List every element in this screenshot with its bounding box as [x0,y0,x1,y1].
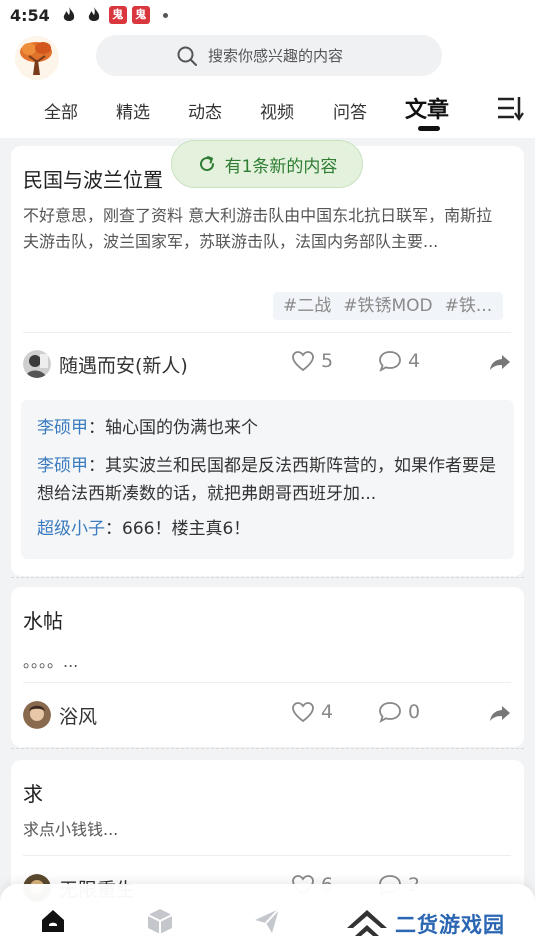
card-dashed-border [11,577,524,578]
heart-icon [292,702,314,723]
share-icon[interactable] [489,704,511,722]
comment-text: ：轴心国的伪满也来个 [88,418,258,438]
tab-articles[interactable]: 文章 [405,92,449,124]
comment-count-value: 4 [408,350,421,372]
share-icon[interactable] [489,353,511,371]
header: 搜索你感兴趣的内容 全部 精选 动态 视频 问答 文章 [0,30,535,138]
paper-plane-icon[interactable] [252,906,282,936]
flame-icon [63,7,74,21]
toast-text: 有1条新的内容 [224,156,338,177]
comment-item: 李硕甲：其实波兰和民国都是反法西斯阵营的，如果作者要是想给法西斯凑数的话，就把弗… [37,452,507,508]
refresh-icon [199,156,214,172]
tab-all[interactable]: 全部 [44,98,78,123]
divider [23,682,511,683]
avatar[interactable] [23,350,51,378]
tab-dynamic[interactable]: 动态 [188,98,222,123]
dot-icon [162,12,168,18]
new-content-toast[interactable]: 有1条新的内容 [171,140,363,188]
post-body: 求点小钱钱... [23,820,119,839]
category-menu-icon[interactable] [496,94,526,122]
bottom-nav: 二货游戏园 [0,884,535,951]
active-tab-indicator [418,126,440,131]
like-count-value: 5 [321,350,334,372]
comment-text: ：其实波兰和民国都是反法西斯阵营的，如果作者要是想给法西斯凑数的话，就把弗朗哥西… [37,456,496,504]
red-app-icon: 鬼 [131,6,150,24]
tab-video[interactable]: 视频 [260,98,294,123]
comment-icon [379,702,401,723]
watermark-logo-icon [347,910,387,936]
cube-icon[interactable] [145,906,175,936]
red-app-icon: 鬼 [108,6,127,24]
tag[interactable]: #铁... [445,296,492,316]
comment-item: 超级小子：666！楼主真6！ [37,515,507,543]
tree-logo[interactable] [14,35,60,81]
status-time: 4:54 [10,5,50,25]
comment-text: ：666！楼主真6！ [105,519,251,539]
post-title[interactable]: 民国与波兰位置 [23,164,163,193]
author-name[interactable]: 随遇而安(新人) [59,351,188,378]
post-card[interactable]: 水帖 。。。。... 浴风 4 0 [11,587,524,749]
comment-user[interactable]: 超级小子 [37,519,105,539]
like-count-value: 4 [321,701,334,723]
avatar[interactable] [23,701,51,729]
comment-icon [379,351,401,372]
comment-user[interactable]: 李硕甲 [37,418,88,438]
status-bar: 4:54 鬼 鬼 [0,0,535,30]
card-dashed-border [11,748,524,749]
watermark-text: 二货游戏园 [395,913,505,937]
comment-count-value: 0 [408,701,421,723]
post-body: 不好意思，刚查了资料 意大利游击队由中国东北抗日联军，南斯拉夫游击队，波兰国家军… [23,206,493,251]
search-placeholder: 搜索你感兴趣的内容 [208,47,344,65]
tab-featured[interactable]: 精选 [116,98,150,123]
comment-count[interactable]: 4 [378,350,420,372]
post-title[interactable]: 水帖 [23,605,63,634]
tag[interactable]: #铁锈MOD [343,296,432,316]
comment-preview[interactable]: 李硕甲：轴心国的伪满也来个 李硕甲：其实波兰和民国都是反法西斯阵营的，如果作者要… [21,400,514,559]
category-tabs: 全部 精选 动态 视频 问答 文章 [0,92,535,134]
divider [23,332,511,333]
post-title[interactable]: 求 [23,778,43,807]
author-row: 随遇而安(新人) 5 4 [23,348,511,380]
divider [23,855,511,856]
comment-item: 李硕甲：轴心国的伪满也来个 [37,414,507,442]
comment-count[interactable]: 0 [378,701,420,723]
search-bar[interactable]: 搜索你感兴趣的内容 [96,35,442,76]
search-icon [177,46,197,66]
heart-icon [292,351,314,372]
author-row: 浴风 4 0 [23,699,511,731]
like-count[interactable]: 5 [291,350,333,372]
post-body: 。。。。... [23,652,79,671]
post-card[interactable]: 民国与波兰位置 不好意思，刚查了资料 意大利游击队由中国东北抗日联军，南斯拉夫游… [11,146,524,578]
tab-qa[interactable]: 问答 [333,98,367,123]
tag-list: #二战 #铁锈MOD #铁... [273,292,503,320]
author-name[interactable]: 浴风 [59,702,97,729]
tag[interactable]: #二战 [283,296,331,316]
home-icon[interactable] [38,906,68,936]
watermark: 二货游戏园 [345,906,505,942]
tree-icon [15,36,59,80]
flame-icon [88,7,99,21]
comment-user[interactable]: 李硕甲 [37,456,88,476]
like-count[interactable]: 4 [291,701,333,723]
